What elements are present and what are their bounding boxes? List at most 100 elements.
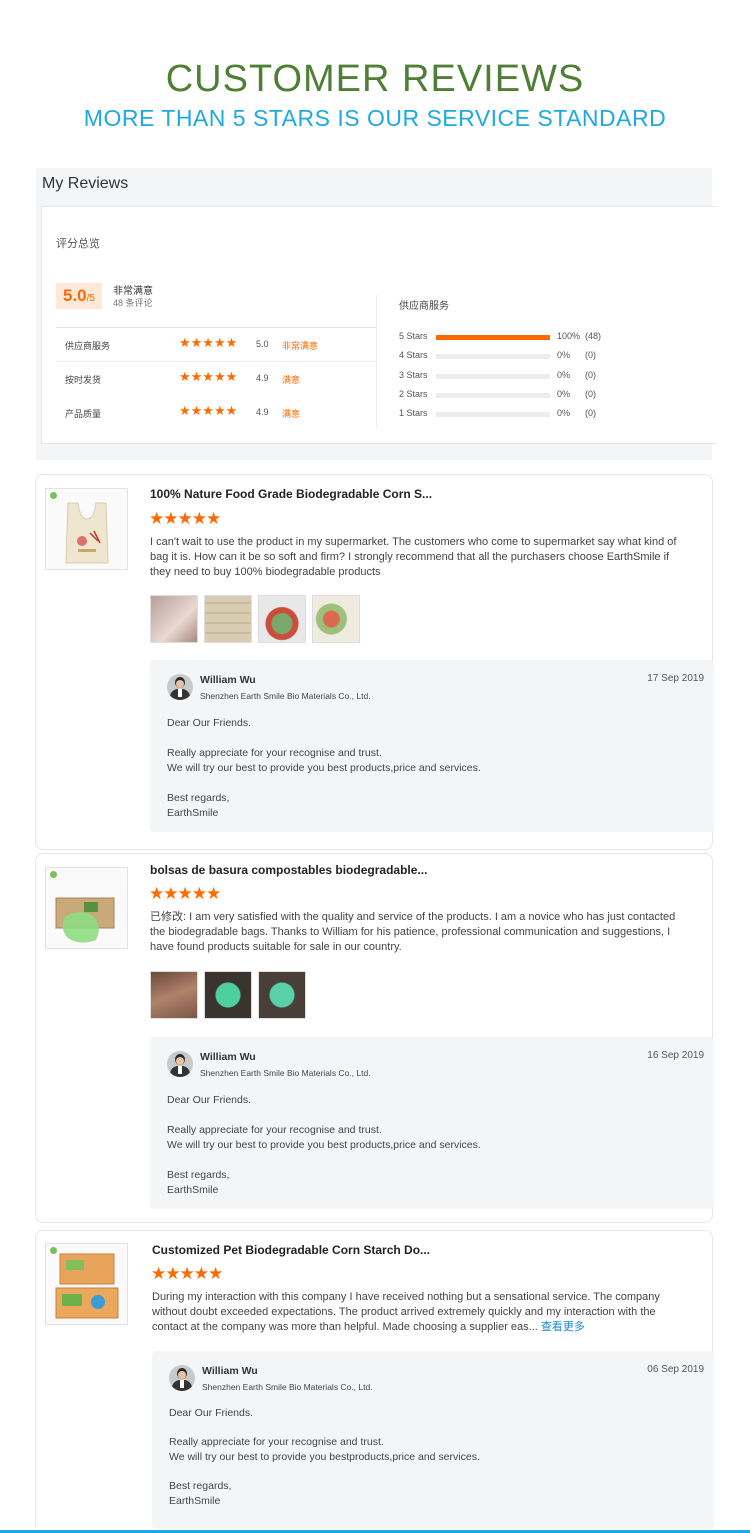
review-photo[interactable] — [204, 595, 252, 643]
brand-logo-icon — [50, 492, 57, 499]
reply-line: We will try our best to provide you best… — [167, 1139, 481, 1151]
distribution-row: 4 Stars 0% (0) — [399, 347, 699, 366]
brand-logo-icon — [50, 871, 57, 878]
seller-reply: William Wu Shenzhen Earth Smile Bio Mate… — [150, 660, 714, 832]
review-photo[interactable] — [150, 971, 198, 1019]
see-more-link[interactable]: 查看更多 — [541, 1321, 585, 1333]
metric-row: 供应商服务 ★★★★★ 5.0 非常满意 — [56, 328, 376, 362]
review-body: 已修改: I am very satisfied with the qualit… — [150, 911, 676, 953]
review-card: bolsas de basura compostables biodegrada… — [35, 853, 714, 1223]
review-body: I can't wait to use the product in my su… — [150, 536, 677, 578]
star-rating-icon: ★★★★★ — [179, 403, 238, 418]
distribution-row: 5 Stars 100% (48) — [399, 328, 699, 347]
distribution-bar — [436, 412, 550, 418]
star-distribution: 5 Stars 100% (48) 4 Stars 0% (0) 3 Stars… — [399, 328, 699, 424]
page-subtitle: MORE THAN 5 STARS IS OUR SERVICE STANDAR… — [83, 105, 667, 131]
reply-company: Shenzhen Earth Smile Bio Materials Co., … — [200, 691, 371, 701]
distribution-label: 4 Stars — [399, 350, 428, 361]
metric-row: 按时发货 ★★★★★ 4.9 满意 — [56, 362, 376, 396]
distribution-percent: 0% — [557, 388, 571, 399]
metric-tag: 非常满意 — [282, 341, 319, 351]
brand-logo-icon — [50, 1247, 57, 1254]
reply-line: We will try our best to provide you best… — [167, 762, 481, 774]
reply-signature: EarthSmile — [169, 1495, 221, 1507]
review-photos — [150, 595, 360, 643]
divider — [376, 295, 377, 429]
distribution-label: 3 Stars — [399, 369, 428, 380]
product-image[interactable] — [45, 1243, 128, 1325]
reply-closing: Best regards, — [167, 792, 230, 804]
summary-card: 评分总览 5.0/5 非常满意 48 条评论 供应商服务 ★★★★★ 5.0 非… — [41, 206, 717, 444]
reply-author-name: William Wu — [202, 1365, 258, 1377]
reply-author-name: William Wu — [200, 1051, 256, 1063]
reply-line: Really appreciate for your recognise and… — [167, 1124, 382, 1136]
reply-date: 17 Sep 2019 — [647, 673, 704, 684]
shopping-bag-icon — [65, 502, 109, 564]
seller-reply: William Wu Shenzhen Earth Smile Bio Mate… — [152, 1351, 714, 1529]
metric-tag: 满意 — [282, 409, 301, 419]
distribution-count: (0) — [585, 408, 596, 419]
distribution-percent: 0% — [557, 408, 571, 419]
review-photo[interactable] — [312, 595, 360, 643]
metric-row: 产品质量 ★★★★★ 4.9 满意 — [56, 396, 376, 430]
star-rating-icon: ★★★★★ — [179, 335, 238, 350]
reply-line: Really appreciate for your recognise and… — [169, 1436, 384, 1448]
review-photos — [150, 971, 306, 1019]
summary-title: My Reviews — [42, 175, 129, 192]
distribution-bar — [436, 373, 550, 379]
avatar — [167, 1051, 193, 1077]
reply-date: 06 Sep 2019 — [647, 1364, 704, 1375]
metric-score: 4.9 — [256, 407, 269, 417]
review-photo[interactable] — [150, 595, 198, 643]
product-image[interactable] — [45, 867, 128, 949]
distribution-bar — [436, 392, 550, 398]
distribution-percent: 0% — [557, 350, 571, 361]
distribution-bar — [436, 335, 550, 340]
metric-score: 5.0 — [256, 339, 269, 349]
star-rating-icon: ★★★★★ — [149, 884, 221, 903]
overall-score-badge: 5.0/5 — [56, 283, 102, 309]
review-photo[interactable] — [204, 971, 252, 1019]
distribution-row: 3 Stars 0% (0) — [399, 367, 699, 386]
distribution-label: 5 Stars — [399, 331, 428, 341]
review-text: During my interaction with this company … — [152, 1290, 692, 1335]
distribution-title: 供应商服务 — [399, 301, 449, 312]
avatar — [167, 674, 193, 700]
overall-score: 5.0 — [63, 286, 87, 305]
page-title: CUSTOMER REVIEWS — [165, 58, 585, 100]
distribution-count: (0) — [585, 388, 596, 399]
rating-metrics: 供应商服务 ★★★★★ 5.0 非常满意 按时发货 ★★★★★ 4.9 满意 产… — [56, 327, 376, 430]
review-card: 100% Nature Food Grade Biodegradable Cor… — [35, 474, 714, 850]
star-rating-icon: ★★★★★ — [179, 369, 238, 384]
metric-label: 按时发货 — [65, 375, 102, 385]
distribution-bar — [436, 354, 550, 360]
product-title-link[interactable]: 100% Nature Food Grade Biodegradable Cor… — [150, 487, 432, 501]
product-image[interactable] — [45, 488, 128, 570]
review-count: 48 条评论 — [113, 298, 153, 308]
star-rating-icon: ★★★★★ — [151, 1264, 223, 1283]
reply-date: 16 Sep 2019 — [647, 1050, 704, 1061]
product-title-link[interactable]: Customized Pet Biodegradable Corn Starch… — [152, 1243, 430, 1257]
reply-greeting: Dear Our Friends. — [167, 717, 252, 729]
distribution-count: (0) — [585, 369, 596, 380]
reply-company: Shenzhen Earth Smile Bio Materials Co., … — [202, 1382, 373, 1392]
review-photo[interactable] — [258, 595, 306, 643]
review-text: 已修改: I am very satisfied with the qualit… — [150, 910, 690, 955]
distribution-label: 2 Stars — [399, 388, 428, 399]
distribution-row: 1 Stars 0% (0) — [399, 405, 699, 424]
distribution-row: 2 Stars 0% (0) — [399, 386, 699, 405]
reply-line: Really appreciate for your recognise and… — [167, 747, 382, 759]
reviews-summary-panel: My Reviews 评分总览 5.0/5 非常满意 48 条评论 供应商服务 … — [36, 168, 717, 460]
reply-closing: Best regards, — [169, 1480, 232, 1492]
seller-reply: William Wu Shenzhen Earth Smile Bio Mate… — [150, 1037, 714, 1209]
overall-score-max: /5 — [86, 293, 95, 304]
product-title-link[interactable]: bolsas de basura compostables biodegrada… — [150, 863, 427, 877]
review-photo[interactable] — [258, 971, 306, 1019]
metric-score: 4.9 — [256, 373, 269, 383]
reply-signature: EarthSmile — [167, 807, 219, 819]
reply-company: Shenzhen Earth Smile Bio Materials Co., … — [200, 1068, 371, 1078]
reply-greeting: Dear Our Friends. — [169, 1407, 254, 1419]
distribution-count: (0) — [585, 350, 596, 361]
metric-label: 产品质量 — [65, 409, 102, 419]
reply-closing: Best regards, — [167, 1169, 230, 1181]
